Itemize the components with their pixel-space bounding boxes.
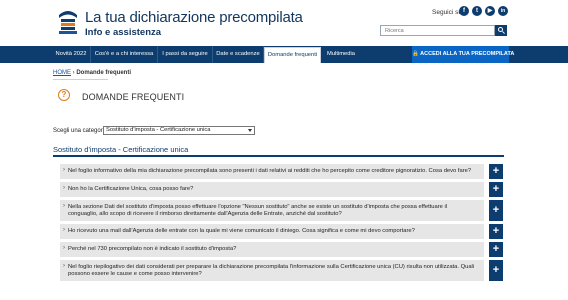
main-nav: Novità 2022 Cos'è e a chi interessa I pa… <box>0 46 568 63</box>
expand-plus-icon[interactable]: + <box>489 242 503 257</box>
breadcrumb-current: Domande frequenti <box>76 70 132 76</box>
bullet-icon: › <box>63 185 65 191</box>
tab-novita-2022[interactable]: Novità 2022 <box>52 46 91 63</box>
section-title: Sostituto d'imposta - Certificazione uni… <box>53 145 189 154</box>
search-button[interactable] <box>495 25 507 36</box>
category-label: Scegli una categoria <box>53 128 108 134</box>
site-header: La tua dichiarazione precompilata Info e… <box>0 0 568 46</box>
expand-plus-icon[interactable]: + <box>489 164 503 179</box>
faq-question[interactable]: Nella sezione Dati del sostituto d'impos… <box>68 204 447 217</box>
category-select[interactable]: Sostituto d'imposta - Certificazione uni… <box>103 126 255 135</box>
tab-date-scadenze[interactable]: Date e scadenze <box>213 46 264 63</box>
faq-question[interactable]: Non ho la Certificazione Unica, cosa pos… <box>68 186 193 192</box>
expand-plus-icon[interactable]: + <box>489 224 503 239</box>
expand-plus-icon[interactable]: + <box>489 260 503 281</box>
faq-question[interactable]: Ho ricevuto una mail dall'Agenzia delle … <box>68 228 415 234</box>
tab-cos-e[interactable]: Cos'è e a chi interessa <box>91 46 158 63</box>
faq-question[interactable]: Nel foglio informativo della mia dichiar… <box>68 168 471 174</box>
expand-plus-icon[interactable]: + <box>489 200 503 221</box>
tab-multimedia[interactable]: Multimedia <box>321 46 361 63</box>
breadcrumb: HOME › Domande frequenti <box>53 70 131 76</box>
bullet-icon: › <box>63 167 65 173</box>
bullet-icon: › <box>63 245 65 251</box>
page-title: DOMANDE FREQUENTI <box>82 92 185 102</box>
agenzia-logo-icon[interactable] <box>57 9 79 35</box>
linkedin-icon[interactable]: in <box>498 6 508 16</box>
twitter-icon[interactable]: t <box>472 6 482 16</box>
tab-passi[interactable]: I passi da seguire <box>158 46 213 63</box>
question-mark-icon: ? <box>58 89 70 101</box>
breadcrumb-home-link[interactable]: HOME <box>53 70 71 76</box>
tab-domande-frequenti[interactable]: Domande frequenti <box>264 47 321 63</box>
expand-plus-icon[interactable]: + <box>489 182 503 197</box>
breadcrumb-divider <box>53 79 108 80</box>
social-label: Seguici su <box>432 9 462 16</box>
facebook-icon[interactable]: f <box>459 6 469 16</box>
faq-question[interactable]: Nel foglio riepilogativo dei dati consid… <box>68 264 474 277</box>
site-subtitle: Info e assistenza <box>85 27 162 38</box>
faq-question[interactable]: Perché nel 730 precompilato non è indica… <box>68 246 236 252</box>
youtube-icon[interactable]: ▶ <box>485 6 495 16</box>
chevron-down-icon <box>248 129 252 132</box>
bullet-icon: › <box>63 227 65 233</box>
bullet-icon: › <box>63 263 65 269</box>
site-title[interactable]: La tua dichiarazione precompilata <box>85 9 303 26</box>
search-input[interactable] <box>380 25 495 36</box>
category-selected-value: Sostituto d'imposta - Certificazione uni… <box>106 127 211 133</box>
bullet-icon: › <box>63 203 65 209</box>
section-divider <box>53 155 504 157</box>
accedi-precompilata-button[interactable]: 🔒 ACCEDI ALLA TUA PRECOMPILATA <box>412 46 514 63</box>
